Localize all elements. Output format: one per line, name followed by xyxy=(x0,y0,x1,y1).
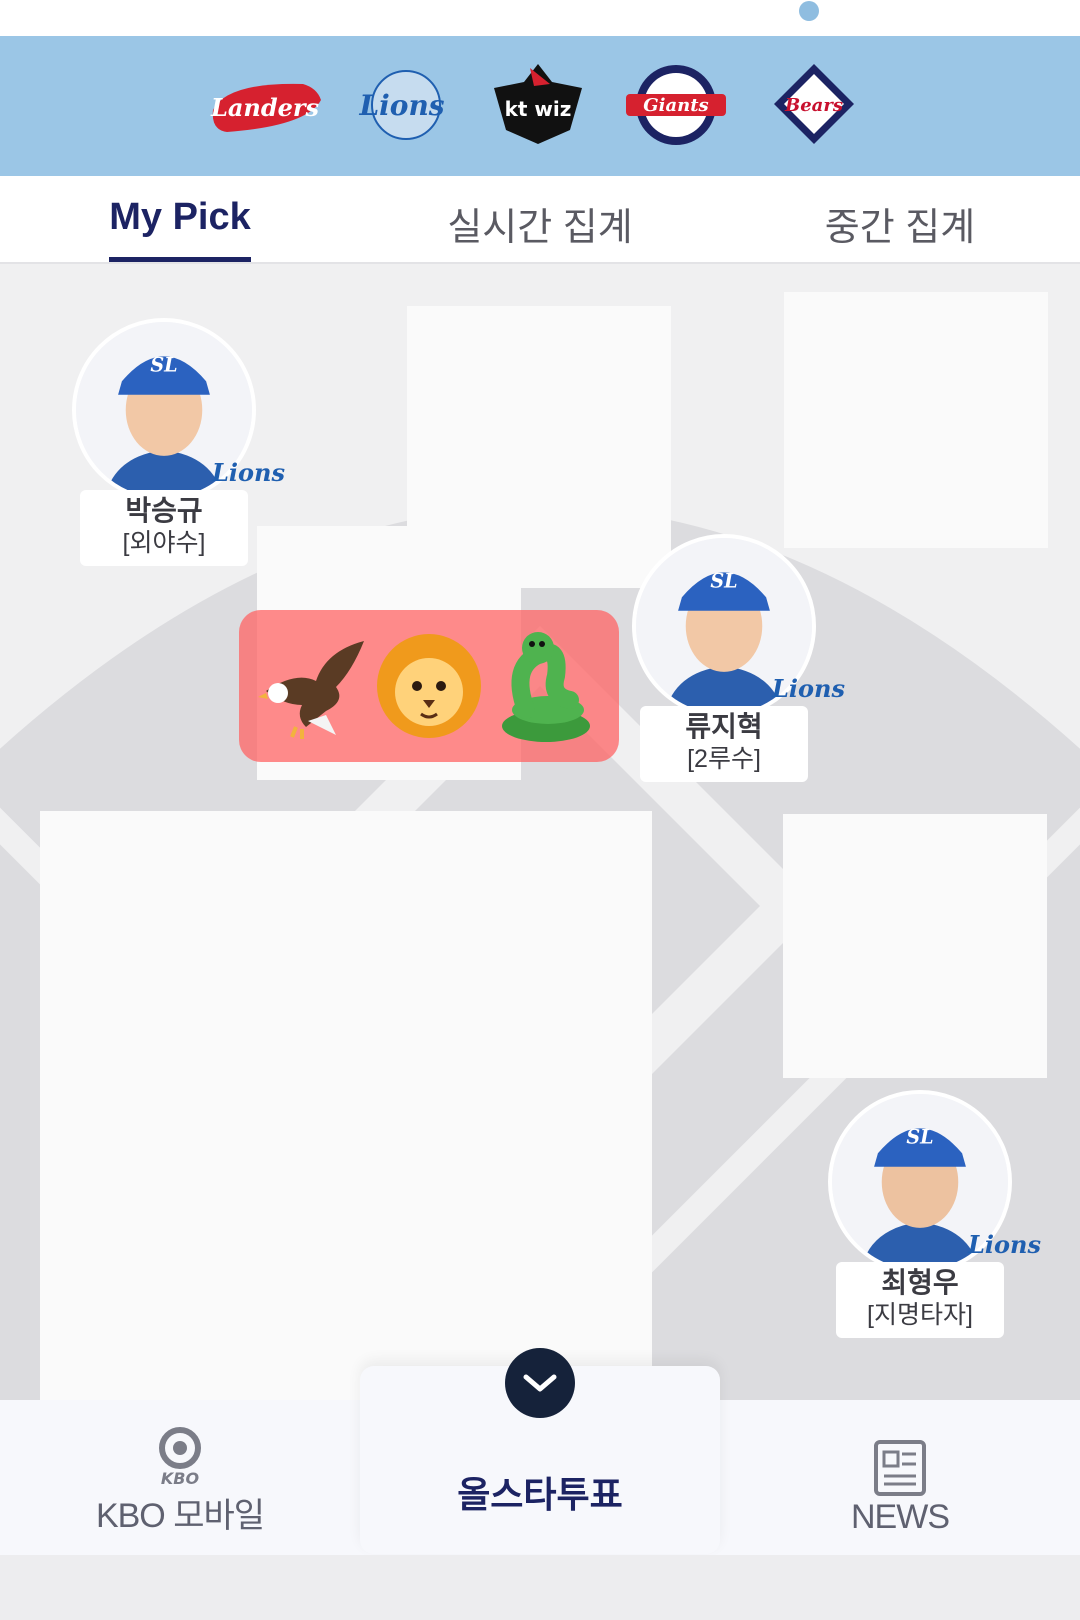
svg-text:KBO: KBO xyxy=(161,1469,200,1488)
svg-text:Landers: Landers xyxy=(210,93,320,122)
lineup-field: SL Lions 박승규 [외야수] SL Lions 류지혁 [2루수] SL… xyxy=(0,266,1080,1400)
newspaper-icon xyxy=(874,1440,926,1496)
lion-icon xyxy=(373,626,485,746)
svg-text:Lions: Lions xyxy=(358,89,444,122)
lions-badge: Lions xyxy=(212,458,285,487)
doosan-bears-logo-icon: Bears xyxy=(774,64,854,144)
team-logo-ktwiz[interactable]: kt wiz xyxy=(490,60,586,150)
bottom-spacer xyxy=(0,1555,1080,1620)
svg-text:kt wiz: kt wiz xyxy=(505,97,572,121)
team-logo-landers[interactable]: Landers xyxy=(207,60,325,150)
emoji-overlay xyxy=(239,610,619,762)
player-name: 류지혁 xyxy=(685,711,763,742)
kt-wiz-logo-icon: kt wiz xyxy=(494,64,582,144)
svg-text:Giants: Giants xyxy=(643,95,708,116)
player-nameplate: 박승규 [외야수] xyxy=(80,490,248,566)
nav-news[interactable]: NEWS xyxy=(780,1400,1020,1555)
svg-text:SL: SL xyxy=(710,570,737,593)
chevron-down-icon[interactable] xyxy=(505,1348,575,1418)
team-logo-lions[interactable]: Lions xyxy=(352,60,452,150)
tab-bar: My Pick 실시간 집계 중간 집계 xyxy=(0,176,1080,264)
ssg-landers-logo-icon: Landers xyxy=(210,83,321,132)
player-nameplate: 최형우 [지명타자] xyxy=(836,1262,1004,1338)
player-position: [외야수] xyxy=(122,529,206,557)
team-logo-bears[interactable]: Bears xyxy=(770,60,858,150)
blank-card xyxy=(40,811,652,1400)
blank-card xyxy=(784,292,1048,548)
nav-allstar-vote[interactable]: 올스타투표 xyxy=(360,1348,720,1554)
player-name: 박승규 xyxy=(125,495,203,526)
player-nameplate: 류지혁 [2루수] xyxy=(640,706,808,782)
lions-badge: Lions xyxy=(772,674,845,703)
tab-interim-tally[interactable]: 중간 집계 xyxy=(770,196,1030,260)
snake-icon xyxy=(490,626,602,746)
tab-my-pick[interactable]: My Pick xyxy=(80,196,280,260)
blank-card xyxy=(783,814,1047,1078)
player-position: [2루수] xyxy=(687,745,761,773)
tab-realtime-tally[interactable]: 실시간 집계 xyxy=(410,196,670,260)
status-strip xyxy=(0,0,1080,36)
svg-text:Bears: Bears xyxy=(784,95,843,116)
lotte-giants-logo-icon: Giants xyxy=(626,65,726,145)
nav-kbo-label: KBO 모바일 xyxy=(95,1497,265,1535)
svg-text:SL: SL xyxy=(150,354,177,377)
samsung-lions-logo-icon: Lions xyxy=(358,70,445,140)
nav-kbo-mobile[interactable]: KBO KBO 모바일 xyxy=(60,1400,300,1555)
player-position: [지명타자] xyxy=(867,1301,973,1329)
lions-badge: Lions xyxy=(968,1230,1041,1259)
player-name: 최형우 xyxy=(881,1267,959,1298)
active-tab-indicator xyxy=(109,257,251,262)
nav-news-label: NEWS xyxy=(851,1498,950,1536)
page-indicator-dot xyxy=(799,1,819,21)
nav-vote-label: 올스타투표 xyxy=(457,1474,623,1515)
kbo-logo-icon: KBO xyxy=(159,1427,201,1488)
team-logo-bar: Landers Lions kt wiz Giants Bears xyxy=(0,36,1080,176)
team-logo-giants[interactable]: Giants xyxy=(624,60,728,150)
svg-text:SL: SL xyxy=(906,1126,933,1149)
eagle-icon xyxy=(256,626,368,746)
